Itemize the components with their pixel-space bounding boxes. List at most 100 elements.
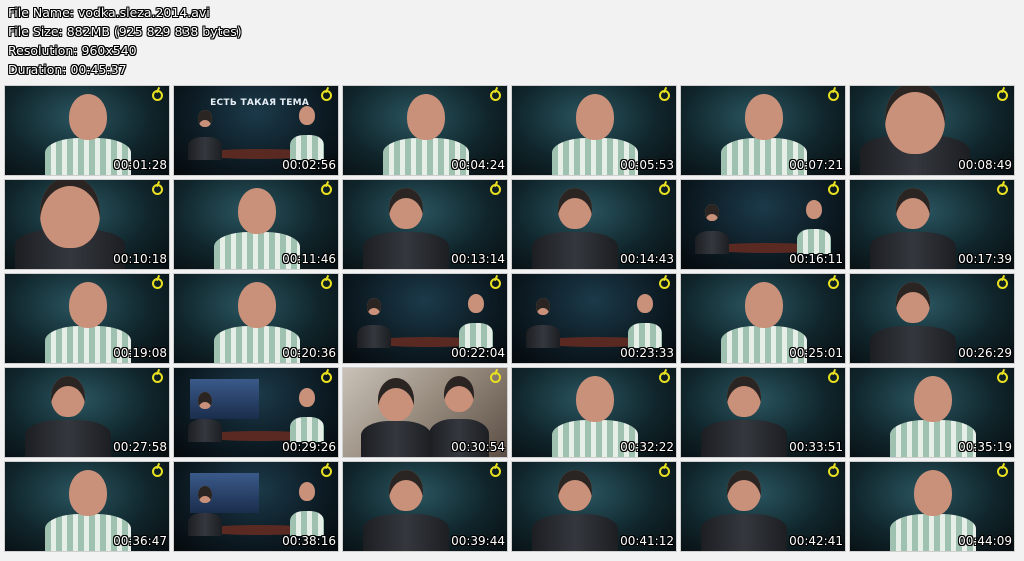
person-figure bbox=[361, 376, 431, 457]
person-figure bbox=[15, 180, 125, 269]
channel-logo-icon bbox=[321, 372, 332, 383]
timestamp-label: 00:41:12 bbox=[620, 534, 674, 548]
video-thumbnail: 00:20:36 bbox=[174, 274, 338, 363]
channel-logo-icon bbox=[321, 278, 332, 289]
timestamp-label: 00:35:19 bbox=[958, 440, 1012, 454]
person-figure bbox=[357, 296, 391, 348]
video-thumbnail: 00:26:29 bbox=[850, 274, 1014, 363]
channel-logo-icon bbox=[321, 90, 332, 101]
video-thumbnail: 00:05:53 bbox=[512, 86, 676, 175]
video-thumbnail: 00:01:28 bbox=[5, 86, 169, 175]
person-figure bbox=[459, 292, 493, 348]
channel-logo-icon bbox=[997, 466, 1008, 477]
person-figure bbox=[870, 186, 956, 269]
channel-logo-icon bbox=[828, 278, 839, 289]
channel-logo-icon bbox=[997, 372, 1008, 383]
video-thumbnail: 00:11:46 bbox=[174, 180, 338, 269]
video-thumbnail: 00:23:33 bbox=[512, 274, 676, 363]
channel-logo-icon bbox=[659, 184, 670, 195]
video-thumbnail: 00:30:54 bbox=[343, 368, 507, 457]
channel-logo-icon bbox=[828, 90, 839, 101]
video-thumbnail: 00:22:04 bbox=[343, 274, 507, 363]
channel-logo-icon bbox=[152, 372, 163, 383]
timestamp-label: 00:30:54 bbox=[451, 440, 505, 454]
video-thumbnail: 00:14:43 bbox=[512, 180, 676, 269]
video-thumbnail: 00:33:51 bbox=[681, 368, 845, 457]
channel-logo-icon bbox=[997, 184, 1008, 195]
timestamp-label: 00:44:09 bbox=[958, 534, 1012, 548]
timestamp-label: 00:42:41 bbox=[789, 534, 843, 548]
video-thumbnail: 00:07:21 bbox=[681, 86, 845, 175]
video-thumbnail: 00:44:09 bbox=[850, 462, 1014, 551]
file-info-header: File Name: vodka.sleza.2014.avi File Siz… bbox=[8, 3, 242, 79]
person-figure bbox=[695, 202, 729, 254]
file-size-label: File Size: 882MB (925 829 838 bytes) bbox=[8, 24, 242, 39]
video-thumbnail: 00:32:22 bbox=[512, 368, 676, 457]
video-thumbnail: 00:08:49 bbox=[850, 86, 1014, 175]
channel-logo-icon bbox=[997, 90, 1008, 101]
channel-logo-icon bbox=[152, 184, 163, 195]
video-thumbnail: 00:29:26 bbox=[174, 368, 338, 457]
video-thumbnail: 00:10:18 bbox=[5, 180, 169, 269]
person-figure bbox=[701, 468, 787, 551]
timestamp-label: 00:23:33 bbox=[620, 346, 674, 360]
video-thumbnail: 00:35:19 bbox=[850, 368, 1014, 457]
duration-label: Duration: 00:45:37 bbox=[8, 62, 127, 77]
timestamp-label: 00:04:24 bbox=[451, 158, 505, 172]
channel-logo-icon bbox=[490, 466, 501, 477]
timestamp-label: 00:27:58 bbox=[113, 440, 167, 454]
timestamp-label: 00:29:26 bbox=[282, 440, 336, 454]
timestamp-label: 00:22:04 bbox=[451, 346, 505, 360]
video-thumbnail: 00:19:08 bbox=[5, 274, 169, 363]
timestamp-label: 00:07:21 bbox=[789, 158, 843, 172]
timestamp-label: 00:26:29 bbox=[958, 346, 1012, 360]
channel-logo-icon bbox=[997, 278, 1008, 289]
timestamp-label: 00:13:14 bbox=[451, 252, 505, 266]
person-figure bbox=[532, 186, 618, 269]
channel-logo-icon bbox=[828, 466, 839, 477]
person-figure bbox=[363, 186, 449, 269]
person-figure bbox=[797, 198, 831, 254]
channel-logo-icon bbox=[152, 90, 163, 101]
video-thumbnail: 00:25:01 bbox=[681, 274, 845, 363]
channel-logo-icon bbox=[152, 466, 163, 477]
channel-logo-icon bbox=[152, 278, 163, 289]
person-figure bbox=[526, 296, 560, 348]
channel-logo-icon bbox=[659, 278, 670, 289]
channel-logo-icon bbox=[659, 90, 670, 101]
channel-logo-icon bbox=[828, 372, 839, 383]
person-figure bbox=[860, 86, 970, 175]
video-thumbnail: 00:41:12 bbox=[512, 462, 676, 551]
person-figure bbox=[870, 280, 956, 363]
timestamp-label: 00:33:51 bbox=[789, 440, 843, 454]
resolution-label: Resolution: 960x540 bbox=[8, 43, 137, 58]
person-figure bbox=[290, 386, 324, 442]
person-figure bbox=[628, 292, 662, 348]
person-figure bbox=[290, 104, 324, 160]
video-thumbnail: 00:27:58 bbox=[5, 368, 169, 457]
channel-logo-icon bbox=[321, 466, 332, 477]
thumbnail-grid: 00:01:28 ЕСТЬ ТАКАЯ ТЕМА 00:02:56 00:04:24 0… bbox=[5, 86, 1014, 551]
person-figure bbox=[188, 108, 222, 160]
person-figure bbox=[188, 484, 222, 536]
channel-logo-icon bbox=[828, 184, 839, 195]
timestamp-label: 00:02:56 bbox=[282, 158, 336, 172]
channel-logo-icon bbox=[490, 184, 501, 195]
channel-logo-icon bbox=[490, 372, 501, 383]
video-thumbnail: 00:42:41 bbox=[681, 462, 845, 551]
timestamp-label: 00:11:46 bbox=[282, 252, 336, 266]
video-thumbnail: 00:17:39 bbox=[850, 180, 1014, 269]
timestamp-label: 00:25:01 bbox=[789, 346, 843, 360]
channel-logo-icon bbox=[321, 184, 332, 195]
timestamp-label: 00:38:16 bbox=[282, 534, 336, 548]
timestamp-label: 00:05:53 bbox=[620, 158, 674, 172]
video-thumbnail: 00:38:16 bbox=[174, 462, 338, 551]
video-thumbnail: 00:16:11 bbox=[681, 180, 845, 269]
person-figure bbox=[25, 374, 111, 457]
video-thumbnail: 00:39:44 bbox=[343, 462, 507, 551]
person-figure bbox=[532, 468, 618, 551]
timestamp-label: 00:08:49 bbox=[958, 158, 1012, 172]
timestamp-label: 00:14:43 bbox=[620, 252, 674, 266]
timestamp-label: 00:20:36 bbox=[282, 346, 336, 360]
timestamp-label: 00:10:18 bbox=[113, 252, 167, 266]
